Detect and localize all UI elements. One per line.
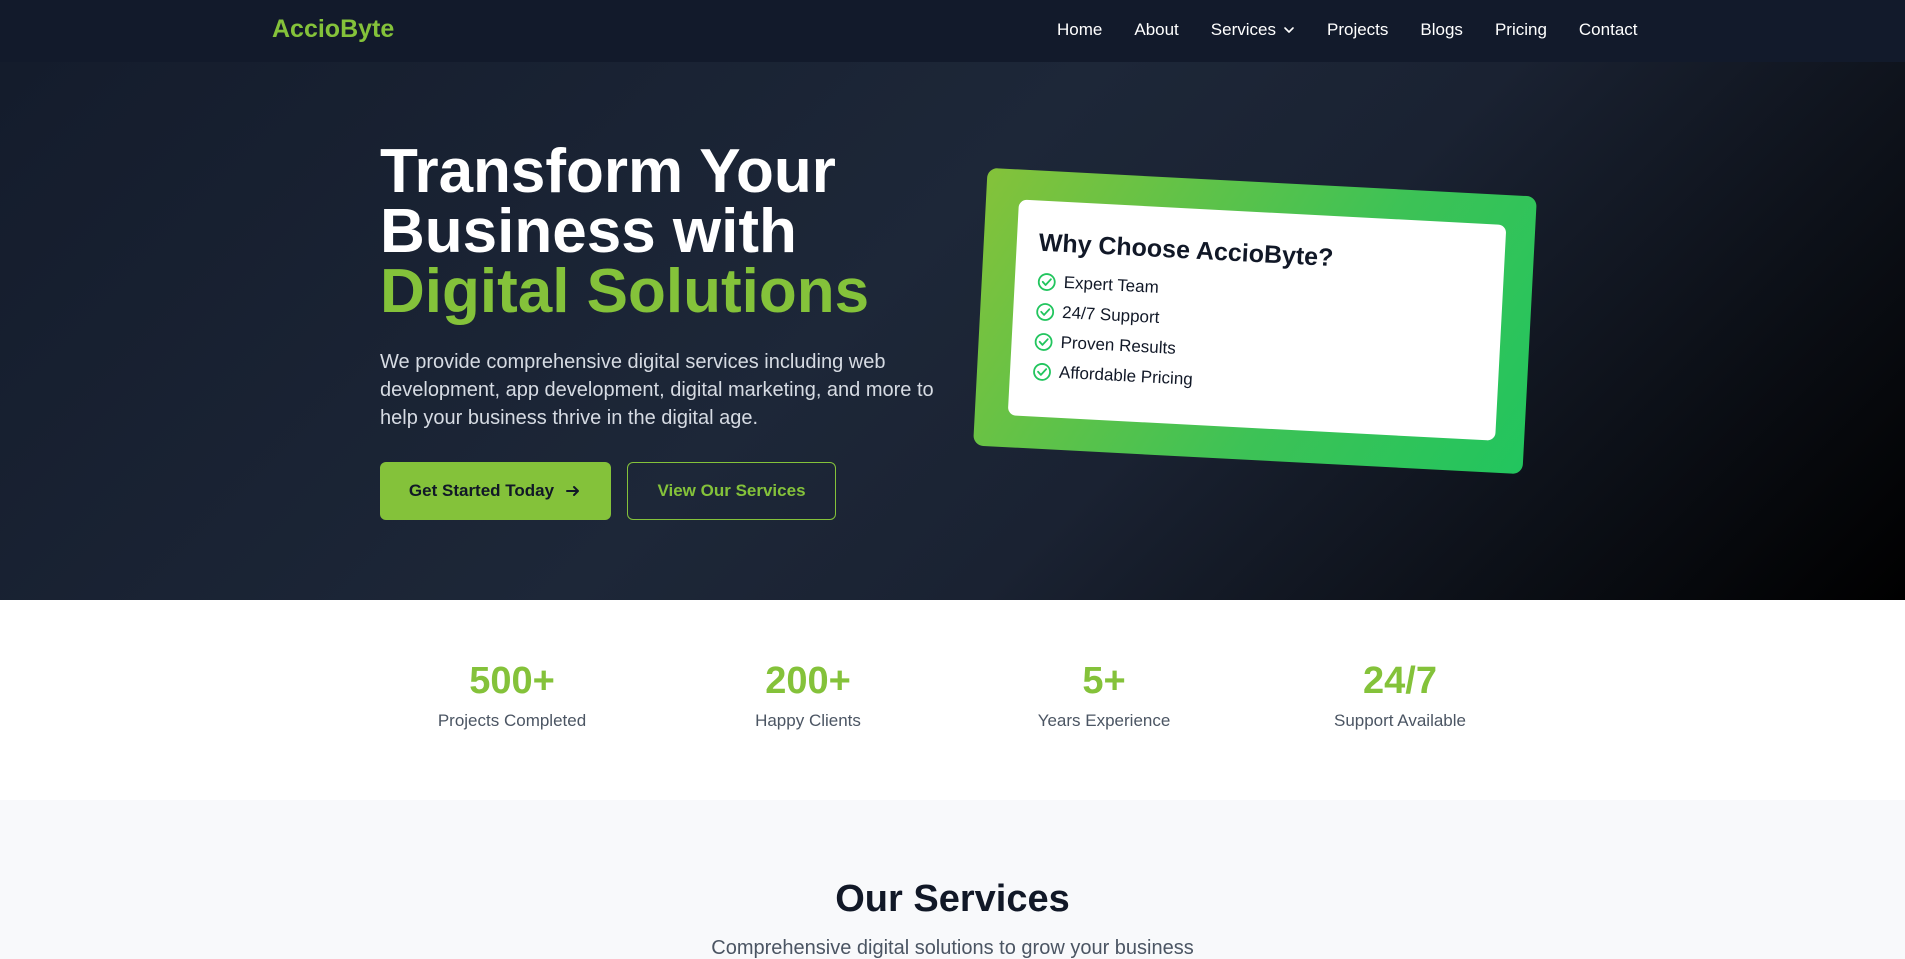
stat-number: 200+ <box>765 660 851 702</box>
nav-menu: Home About Services Projects Blogs Prici… <box>1057 20 1638 40</box>
stat-number: 24/7 <box>1363 660 1437 702</box>
nav-item-pricing[interactable]: Pricing <box>1495 20 1547 40</box>
stat-projects: 500+ Projects Completed <box>392 660 632 731</box>
hero-title: Transform Your Business with Digital Sol… <box>380 137 870 326</box>
hero-section: Transform Your Business with Digital Sol… <box>0 62 1905 600</box>
nav-item-blogs[interactable]: Blogs <box>1420 20 1463 40</box>
stat-label: Years Experience <box>1037 711 1171 730</box>
hero-title-line1: Transform Your <box>380 137 836 206</box>
stat-number: 500+ <box>469 660 555 702</box>
nav-item-label: Services <box>1210 20 1276 39</box>
services-section: Our Services Comprehensive digital solut… <box>0 800 1905 959</box>
why-choose-card-inner: Why Choose AccioByte? Expert Team 24/7 S… <box>1007 199 1507 441</box>
nav-item-label: Home <box>1057 20 1103 39</box>
stat-label: Support Available <box>1333 711 1466 730</box>
nav-item-label: Pricing <box>1494 20 1547 39</box>
card-item-label: Affordable Pricing <box>1058 362 1194 389</box>
nav-item-about[interactable]: About <box>1134 20 1178 40</box>
stat-label: Happy Clients <box>755 711 861 730</box>
stat-number: 5+ <box>1082 660 1126 702</box>
stat-label: Projects Completed <box>437 711 587 730</box>
hero-description: We provide comprehensive digital service… <box>380 351 934 429</box>
services-subtitle: Comprehensive digital solutions to grow … <box>711 937 1194 959</box>
stat-experience: 5+ Years Experience <box>984 660 1224 731</box>
nav-item-projects[interactable]: Projects <box>1327 20 1388 40</box>
hero-title-line2: Business with <box>380 197 797 266</box>
top-navbar: AccioByte Home About Services Projects B… <box>0 0 1905 62</box>
why-choose-card: Why Choose AccioByte? Expert Team 24/7 S… <box>973 167 1537 475</box>
get-started-label: Get Started Today <box>408 481 555 500</box>
nav-item-label: Projects <box>1326 20 1389 39</box>
nav-item-services[interactable]: Services <box>1211 20 1295 40</box>
check-circle-icon <box>1036 303 1055 321</box>
stats-section: 500+ Projects Completed 200+ Happy Clien… <box>0 600 1905 800</box>
chevron-down-icon <box>1284 27 1294 33</box>
nav-item-label: About <box>1134 20 1179 39</box>
arrow-right-icon <box>566 486 580 496</box>
check-circle-icon <box>1033 363 1051 381</box>
get-started-button[interactable]: Get Started Today <box>380 462 611 520</box>
nav-item-label: Blogs <box>1420 20 1463 39</box>
card-item-label: Expert Team <box>1063 272 1160 297</box>
nav-item-contact[interactable]: Contact <box>1579 20 1638 40</box>
view-services-button[interactable]: View Our Services <box>627 462 836 520</box>
hero-title-highlight: Digital Solutions <box>380 257 870 326</box>
check-circle-icon <box>1034 333 1053 351</box>
card-title: Why Choose AccioByte? <box>1038 228 1335 272</box>
services-title: Our Services <box>835 878 1070 920</box>
logo[interactable]: AccioByte <box>272 15 394 44</box>
card-item-label: Proven Results <box>1060 332 1177 358</box>
card-item-label: 24/7 Support <box>1061 302 1160 327</box>
check-circle-icon <box>1037 273 1056 291</box>
stat-support: 24/7 Support Available <box>1280 660 1520 731</box>
nav-item-label: Contact <box>1578 20 1638 39</box>
stat-clients: 200+ Happy Clients <box>688 660 928 731</box>
view-services-label: View Our Services <box>657 481 806 500</box>
nav-item-home[interactable]: Home <box>1057 20 1102 40</box>
